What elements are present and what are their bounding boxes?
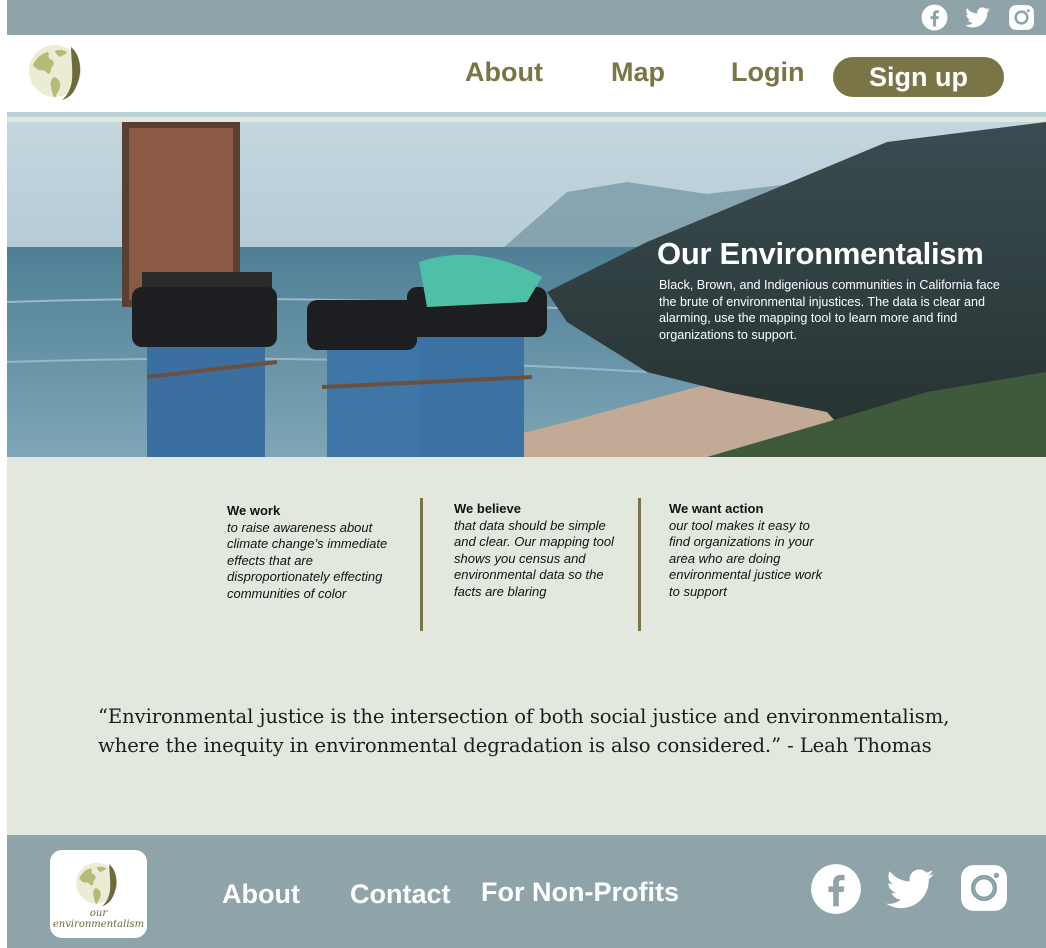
- nav-login-link[interactable]: Login: [731, 57, 804, 88]
- footer-logo-text: our environmentalism: [50, 908, 147, 930]
- signup-button[interactable]: Sign up: [833, 57, 1004, 97]
- column-divider: [420, 498, 423, 631]
- nav-map-link[interactable]: Map: [611, 57, 665, 88]
- nav-about-link[interactable]: About: [465, 57, 543, 88]
- twitter-icon[interactable]: [884, 863, 936, 915]
- quote-line-2: where the inequity in environmental degr…: [98, 734, 932, 757]
- footer-contact-link[interactable]: Contact: [350, 879, 451, 910]
- we-want-action-column: We want action our tool makes it easy to…: [669, 501, 834, 601]
- top-social-bar: [7, 0, 1046, 35]
- we-believe-heading: We believe: [454, 501, 521, 516]
- logo-text-our: our: [89, 908, 108, 919]
- facebook-icon[interactable]: [921, 4, 948, 31]
- footer-nonprofits-link[interactable]: For Non-Profits: [481, 877, 679, 908]
- logo-globe-icon[interactable]: [25, 39, 91, 105]
- we-want-action-heading: We want action: [669, 501, 764, 516]
- we-work-heading: We work: [227, 503, 281, 518]
- facebook-icon[interactable]: [810, 863, 862, 915]
- logo-text-environmentalism: environmentalism: [52, 919, 145, 930]
- footer-about-link[interactable]: About: [222, 879, 300, 910]
- instagram-icon[interactable]: [959, 863, 1009, 913]
- logo-globe-icon: [76, 862, 118, 907]
- site-footer: our environmentalism About Contact For N…: [7, 835, 1046, 948]
- we-work-text: to raise awareness about climate change’…: [227, 519, 388, 601]
- hero-banner: Our Environmentalism Black, Brown, and I…: [7, 122, 1046, 457]
- we-want-action-text: our tool makes it easy to find organizat…: [669, 517, 823, 599]
- we-believe-column: We believe that data should be simple an…: [454, 501, 614, 601]
- quote-block: “Environmental justice is the intersecti…: [98, 702, 998, 760]
- column-divider: [638, 498, 641, 631]
- we-believe-text: that data should be simple and clear. Ou…: [454, 517, 614, 599]
- footer-logo[interactable]: our environmentalism: [50, 850, 147, 938]
- page: About Map Login Sign up Our Environmenta…: [7, 0, 1046, 948]
- site-header: About Map Login Sign up: [7, 35, 1046, 117]
- we-work-column: We work to raise awareness about climate…: [227, 503, 392, 603]
- hero-description: Black, Brown, and Indigenious communitie…: [659, 278, 1000, 342]
- quote-line-1: “Environmental justice is the intersecti…: [98, 705, 950, 728]
- twitter-icon[interactable]: [964, 4, 991, 31]
- instagram-icon[interactable]: [1008, 4, 1035, 31]
- hero-title: Our Environmentalism: [657, 236, 984, 271]
